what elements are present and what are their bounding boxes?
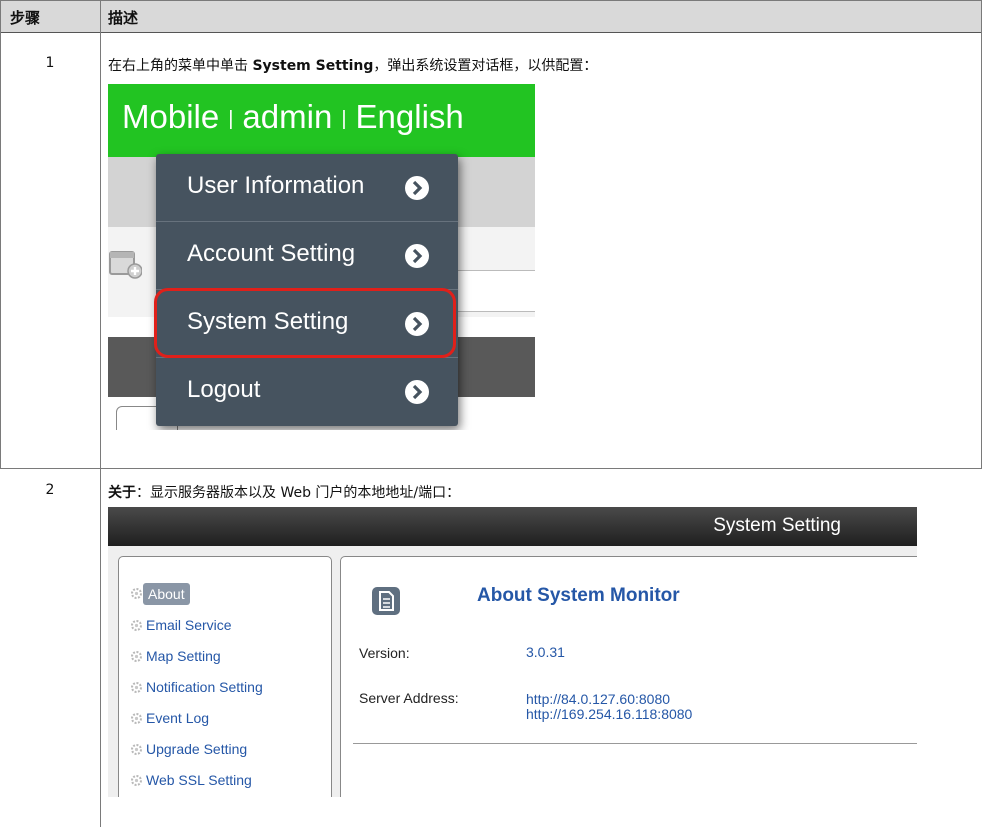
sidebar-item-about[interactable]: About (143, 583, 190, 605)
settings-sidebar: About Email Service Map Setting Notifica… (118, 556, 332, 797)
separator: | (341, 107, 347, 130)
version-label: Version: (359, 645, 410, 661)
sidebar-item-upgrade-setting[interactable]: Upgrade Setting (146, 741, 247, 757)
system-setting-dialog-screenshot: System Setting About Email Service Map S… (108, 507, 917, 797)
chevron-right-circle-icon (405, 244, 429, 268)
sidebar-item-event-log[interactable]: Event Log (146, 710, 209, 726)
mobile-link[interactable]: Mobile (122, 98, 219, 135)
about-emphasis: 关于 (108, 485, 136, 501)
dialog-title-bar: System Setting (108, 507, 917, 546)
server-address-label: Server Address: (359, 690, 459, 706)
column-divider (100, 0, 101, 827)
sidebar-item-notification-setting[interactable]: Notification Setting (146, 679, 263, 695)
about-panel: About System Monitor Version: 3.0.31 Ser… (340, 556, 917, 797)
header-divider (0, 32, 982, 33)
header-description: 描述 (108, 9, 139, 27)
gear-icon (131, 588, 142, 599)
user-menu-screenshot: Mobile | admin | English User Information Ac… (108, 84, 535, 430)
step-2-description: 关于：显示服务器版本以及 Web 门户的本地地址/端口： (108, 485, 461, 501)
table-border-top (0, 0, 982, 1)
step-1-description: 在右上角的菜单中单击 System Setting，弹出系统设置对话框，以供配置… (108, 58, 598, 74)
step-number-1: 1 (45, 55, 55, 71)
calendar-add-icon (109, 251, 142, 279)
top-bar: Mobile | admin | English (108, 84, 535, 157)
gear-icon (131, 713, 142, 724)
menu-item-account-setting[interactable]: Account Setting (156, 222, 458, 288)
server-address-1[interactable]: http://84.0.127.60:8080 (526, 692, 670, 707)
about-title: About System Monitor (477, 585, 680, 606)
sidebar-item-email-service[interactable]: Email Service (146, 617, 232, 633)
chevron-right-circle-icon (405, 176, 429, 200)
admin-user-link[interactable]: admin (242, 98, 332, 135)
sidebar-item-web-ssl-setting[interactable]: Web SSL Setting (146, 772, 252, 788)
gear-icon (131, 775, 142, 786)
header-step: 步骤 (10, 9, 41, 27)
version-value: 3.0.31 (526, 644, 565, 660)
table-header-row (0, 0, 982, 32)
step-number-2: 2 (45, 482, 55, 498)
sidebar-item-map-setting[interactable]: Map Setting (146, 648, 221, 664)
panel-divider (353, 743, 917, 744)
document-icon (372, 587, 400, 615)
system-setting-highlight-box (154, 288, 456, 358)
dialog-title: System Setting (713, 515, 841, 536)
gear-icon (131, 744, 142, 755)
server-address-2[interactable]: http://169.254.16.118:8080 (526, 707, 692, 722)
separator: | (228, 107, 234, 130)
menu-item-logout[interactable]: Logout (156, 358, 458, 424)
chevron-right-circle-icon (405, 380, 429, 404)
gear-icon (131, 651, 142, 662)
row-divider (0, 468, 982, 469)
language-link[interactable]: English (356, 98, 464, 135)
system-setting-emphasis: System Setting (252, 58, 374, 74)
menu-item-user-information[interactable]: User Information (156, 154, 458, 220)
gear-icon (131, 682, 142, 693)
gear-icon (131, 620, 142, 631)
